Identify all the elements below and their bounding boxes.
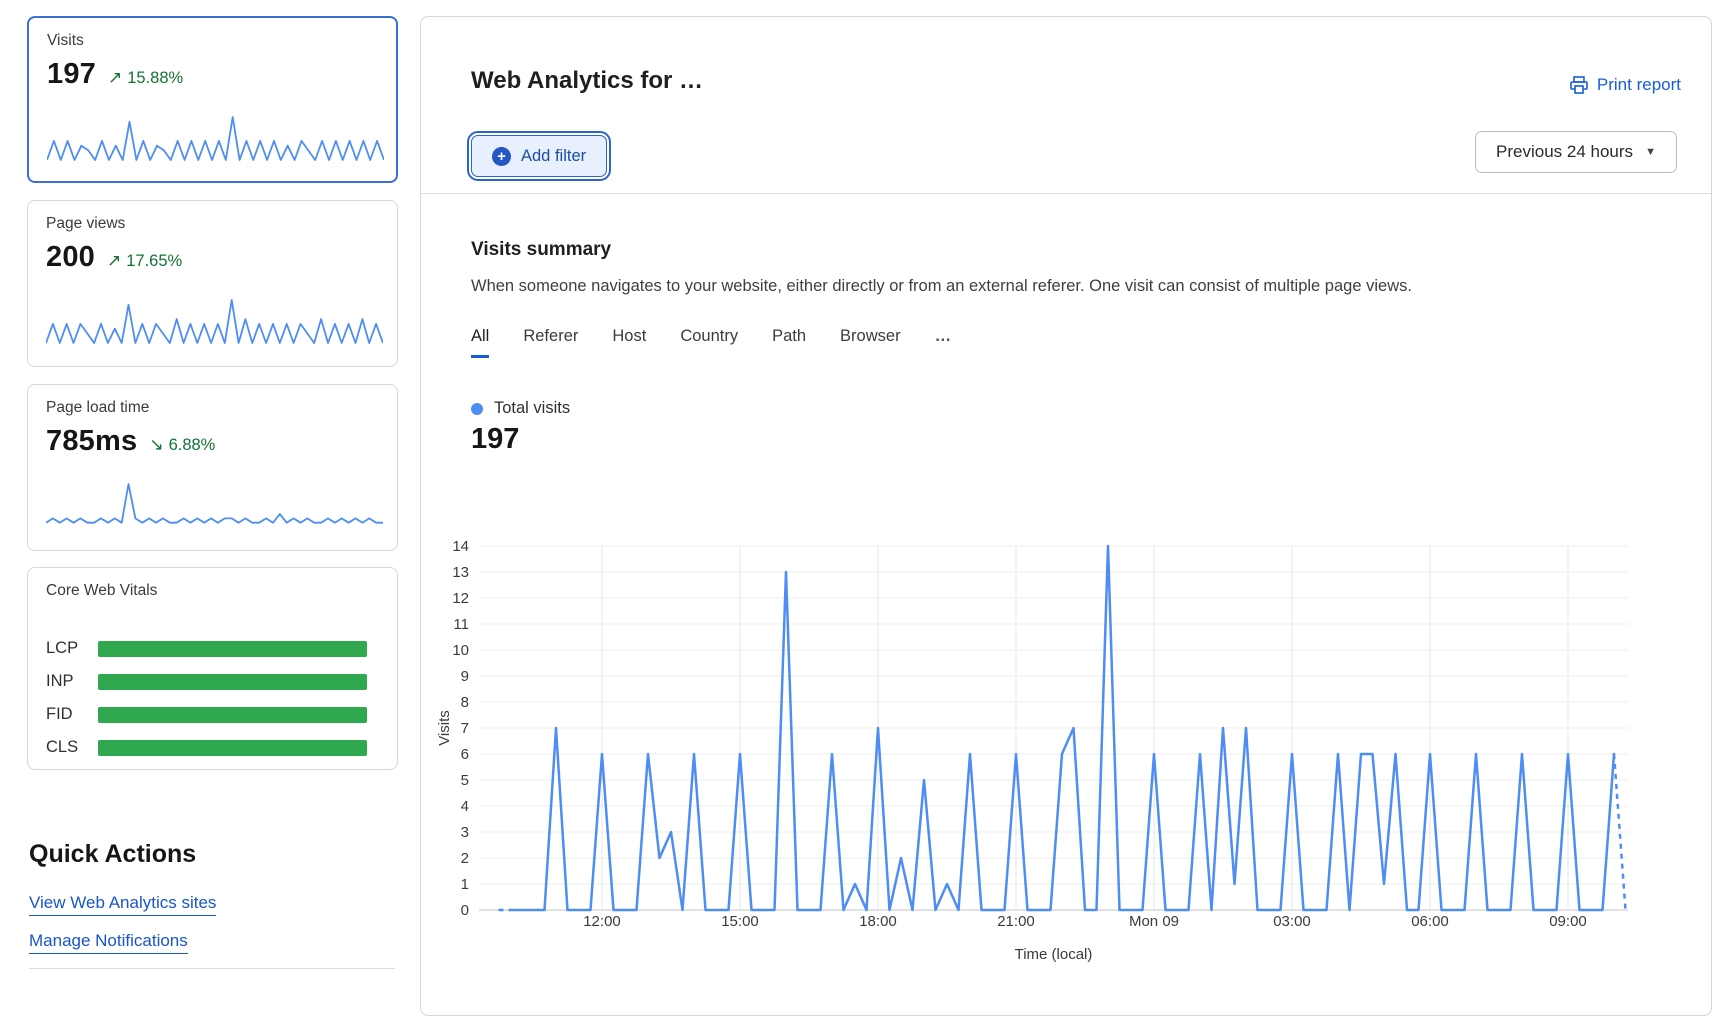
cwv-bar-lcp: [98, 641, 367, 657]
svg-text:18:00: 18:00: [859, 913, 897, 930]
svg-text:Mon 09: Mon 09: [1129, 913, 1179, 930]
page-load-time-trend-value: 6.88%: [169, 436, 216, 455]
page-views-card[interactable]: Page views 200 ↗ 17.65%: [27, 200, 398, 367]
svg-text:0: 0: [461, 902, 469, 919]
time-range-dropdown[interactable]: Previous 24 hours ▼: [1475, 131, 1677, 173]
page-views-trend-value: 17.65%: [126, 252, 182, 271]
svg-text:4: 4: [461, 798, 469, 815]
svg-text:06:00: 06:00: [1411, 913, 1449, 930]
svg-text:Time (local): Time (local): [1015, 946, 1093, 963]
cwv-row-fid: FID: [46, 698, 367, 731]
visits-trend: ↗ 15.88%: [108, 68, 183, 88]
legend-label: Total visits: [494, 399, 570, 418]
svg-text:03:00: 03:00: [1273, 913, 1311, 930]
page-load-time-card[interactable]: Page load time 785ms ↘ 6.88%: [27, 384, 398, 551]
svg-text:13: 13: [452, 564, 469, 581]
visits-value: 197: [47, 58, 96, 91]
tab-host[interactable]: Host: [612, 327, 646, 358]
svg-text:21:00: 21:00: [997, 913, 1035, 930]
cwv-bar-cls: [98, 740, 367, 756]
svg-text:10: 10: [452, 642, 469, 659]
quick-actions-title: Quick Actions: [29, 840, 196, 869]
svg-text:9: 9: [461, 668, 469, 685]
svg-text:3: 3: [461, 824, 469, 841]
visits-card-title: Visits: [47, 32, 84, 50]
core-web-vitals-rows: LCP INP FID CLS: [46, 632, 367, 764]
page-views-value: 200: [46, 241, 95, 274]
svg-text:8: 8: [461, 694, 469, 711]
cwv-label-inp: INP: [46, 672, 98, 691]
sidebar-divider: [29, 968, 395, 969]
visits-sparkline: [47, 114, 384, 162]
trend-up-icon: ↗: [107, 251, 121, 271]
add-filter-button[interactable]: + Add filter: [471, 135, 607, 177]
cwv-row-lcp: LCP: [46, 632, 367, 665]
tab-country[interactable]: Country: [680, 327, 738, 358]
page-load-time-card-title: Page load time: [46, 399, 149, 417]
tabs-more-icon[interactable]: …: [935, 327, 953, 358]
web-analytics-panel: Web Analytics for … Print report + Add f…: [420, 16, 1712, 1016]
cwv-bar-fid: [98, 707, 367, 723]
page-views-card-title: Page views: [46, 215, 125, 233]
svg-text:5: 5: [461, 772, 469, 789]
page-load-time-value: 785ms: [46, 425, 137, 458]
plus-circle-icon: +: [492, 147, 511, 166]
view-web-analytics-sites-link[interactable]: View Web Analytics sites: [29, 893, 216, 916]
svg-text:2: 2: [461, 850, 469, 867]
visits-trend-value: 15.88%: [127, 69, 183, 88]
svg-text:7: 7: [461, 720, 469, 737]
svg-text:1: 1: [461, 876, 469, 893]
core-web-vitals-title: Core Web Vitals: [46, 582, 157, 600]
page-views-trend: ↗ 17.65%: [107, 251, 182, 271]
trend-up-icon: ↗: [108, 68, 122, 88]
visits-line-chart: 0123456789101112131412:0015:0018:0021:00…: [421, 476, 1713, 981]
cwv-row-cls: CLS: [46, 731, 367, 764]
legend-dot-icon: [471, 403, 483, 415]
cwv-label-fid: FID: [46, 705, 98, 724]
print-report-label: Print report: [1597, 75, 1681, 95]
cwv-label-cls: CLS: [46, 738, 98, 757]
cwv-label-lcp: LCP: [46, 639, 98, 658]
tab-path[interactable]: Path: [772, 327, 806, 358]
page-views-sparkline: [46, 297, 383, 345]
tab-all[interactable]: All: [471, 327, 489, 358]
cwv-bar-inp: [98, 674, 367, 690]
chart-canvas: 0123456789101112131412:0015:0018:0021:00…: [421, 476, 1713, 981]
visits-summary-description: When someone navigates to your website, …: [471, 277, 1621, 296]
svg-text:6: 6: [461, 746, 469, 763]
svg-text:09:00: 09:00: [1549, 913, 1587, 930]
page-load-time-trend: ↘ 6.88%: [149, 435, 215, 455]
time-range-value: Previous 24 hours: [1496, 142, 1633, 162]
printer-icon: [1569, 75, 1589, 95]
svg-text:11: 11: [453, 616, 469, 633]
svg-text:14: 14: [452, 538, 469, 555]
core-web-vitals-card[interactable]: Core Web Vitals LCP INP FID CLS: [27, 567, 398, 770]
page-title: Web Analytics for …: [471, 67, 703, 95]
svg-text:15:00: 15:00: [721, 913, 759, 930]
manage-notifications-link[interactable]: Manage Notifications: [29, 931, 188, 954]
tab-referer[interactable]: Referer: [523, 327, 578, 358]
visits-summary-title: Visits summary: [471, 239, 611, 261]
svg-text:Visits: Visits: [436, 710, 453, 746]
print-report-link[interactable]: Print report: [1569, 75, 1681, 95]
tab-browser[interactable]: Browser: [840, 327, 901, 358]
cwv-row-inp: INP: [46, 665, 367, 698]
svg-text:12:00: 12:00: [583, 913, 621, 930]
add-filter-label: Add filter: [521, 147, 586, 166]
svg-text:12: 12: [452, 590, 469, 607]
total-visits-count: 197: [471, 423, 519, 456]
legend-total-visits[interactable]: Total visits: [471, 399, 570, 418]
trend-down-icon: ↘: [149, 435, 163, 455]
chevron-down-icon: ▼: [1645, 146, 1656, 158]
dimension-tabs: All Referer Host Country Path Browser …: [471, 327, 952, 358]
visits-card[interactable]: Visits 197 ↗ 15.88%: [27, 16, 398, 183]
page-load-time-sparkline: [46, 481, 383, 529]
header-divider: [421, 193, 1711, 194]
